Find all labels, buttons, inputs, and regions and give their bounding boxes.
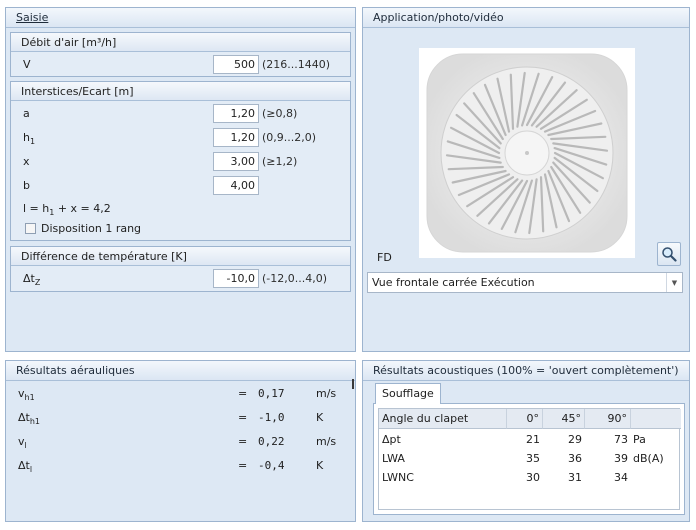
aero-results-title: Résultats aérauliques: [6, 361, 355, 381]
column-header-90: 90°: [585, 409, 631, 429]
aero-result-value: -1,0: [258, 411, 285, 424]
disposition-checkbox-label: Disposition 1 rang: [41, 222, 142, 235]
splitter-mark[interactable]: [352, 379, 354, 389]
disposition-checkbox[interactable]: [25, 223, 36, 234]
airflow-header: Débit d'air [m³/h]: [11, 33, 350, 52]
acoustic-results-title: Résultats acoustiques (100% = 'ouvert co…: [363, 361, 689, 381]
acoustic-value-0: 35: [526, 452, 540, 465]
column-header-unit: [631, 409, 681, 429]
column-header-angle: Angle du clapet: [379, 409, 507, 429]
aero-result-name: Δth1: [18, 411, 41, 427]
aero-result-name: vh1: [18, 387, 35, 403]
temperature-input[interactable]: -10,0: [213, 269, 259, 288]
airflow-input[interactable]: 500: [213, 55, 259, 74]
spacing-x-row: x 3,00 (≥1,2): [11, 151, 350, 173]
soufflage-tab-body: Angle du clapet 0° 45° 90° Δpt 21 29 73 Pa LW…: [373, 403, 685, 515]
aero-result-row: vh1 = 0,17 m/s: [6, 383, 355, 405]
acoustic-results-panel: Résultats acoustiques (100% = 'ouvert co…: [362, 360, 690, 522]
aero-results-panel: Résultats aérauliques vh1 = 0,17 m/s Δth1 = -1…: [5, 360, 356, 522]
spacing-a-label: a: [23, 107, 30, 120]
aero-result-unit: K: [316, 459, 324, 472]
spacing-a-row: a 1,20 (≥0,8): [11, 103, 350, 125]
spacing-h1-label: h1: [23, 131, 36, 147]
spacing-formula: l = h1 + x = 4,2: [23, 202, 111, 218]
acoustic-row-label: LWA: [382, 452, 405, 465]
aero-result-row: Δth1 = -1,0 K: [6, 407, 355, 429]
spacing-b-label: b: [23, 179, 30, 192]
temperature-range: (-12,0...4,0): [262, 272, 328, 285]
spacing-formula-row: l = h1 + x = 4,2: [11, 198, 350, 220]
temperature-label: ΔtZ: [23, 272, 41, 288]
airflow-range: (216...1440): [262, 58, 331, 71]
airflow-group: Débit d'air [m³/h] V 500 (216...1440): [10, 32, 351, 77]
chevron-down-icon[interactable]: ▼: [666, 273, 682, 292]
acoustic-value-0: 30: [526, 471, 540, 484]
aero-result-value: -0,4: [258, 459, 285, 472]
acoustic-value-90: 34: [614, 471, 628, 484]
aero-result-equals: =: [238, 387, 248, 400]
acoustic-value-90: 39: [614, 452, 628, 465]
product-code: FD: [377, 251, 392, 264]
spacing-b-row: b 4,00: [11, 175, 350, 197]
temperature-row: ΔtZ -10,0 (-12,0...4,0): [11, 268, 350, 290]
diffuser-photo: [419, 48, 635, 258]
swirl-diffuser-image: [419, 48, 635, 258]
aero-result-value: 0,22: [258, 435, 285, 448]
aero-result-unit: K: [316, 411, 324, 424]
aero-result-unit: m/s: [316, 435, 337, 448]
disposition-row: Disposition 1 rang: [11, 218, 350, 240]
acoustic-value-45: 29: [568, 433, 582, 446]
temperature-group: Différence de température [K] ΔtZ -10,0 …: [10, 246, 351, 292]
acoustic-value-45: 36: [568, 452, 582, 465]
zoom-button[interactable]: [657, 242, 681, 266]
view-select-value: Vue frontale carrée Exécution: [372, 276, 535, 289]
aero-result-equals: =: [238, 459, 248, 472]
column-header-45: 45°: [543, 409, 585, 429]
aero-result-name: Δtl: [18, 459, 33, 475]
application-panel: Application/photo/vidéo FD Vue frontale …: [362, 7, 690, 352]
acoustic-value-0: 21: [526, 433, 540, 446]
magnifier-icon: [662, 247, 677, 262]
spacing-b-input[interactable]: 4,00: [213, 176, 259, 195]
view-select[interactable]: Vue frontale carrée Exécution ▼: [367, 272, 683, 293]
spacing-x-input[interactable]: 3,00: [213, 152, 259, 171]
acoustic-row-label: LWNC: [382, 471, 414, 484]
application-title: Application/photo/vidéo: [363, 8, 689, 28]
spacing-h1-row: h1 1,20 (0,9...2,0): [11, 127, 350, 149]
airflow-label: V: [23, 58, 31, 71]
spacing-a-input[interactable]: 1,20: [213, 104, 259, 123]
spacing-header: Interstices/Ecart [m]: [11, 82, 350, 101]
acoustic-unit: Pa: [633, 433, 646, 446]
acoustic-row-label: Δpt: [382, 433, 401, 446]
temperature-header: Différence de température [K]: [11, 247, 350, 266]
spacing-x-label: x: [23, 155, 30, 168]
column-header-0: 0°: [507, 409, 543, 429]
acoustic-unit: dB(A): [633, 452, 664, 465]
aero-result-row: vl = 0,22 m/s: [6, 431, 355, 453]
acoustic-unit: [633, 468, 679, 487]
aero-result-equals: =: [238, 435, 248, 448]
acoustic-value-45: 31: [568, 471, 582, 484]
spacing-h1-range: (0,9...2,0): [262, 131, 317, 144]
spacing-group: Interstices/Ecart [m] a 1,20 (≥0,8) h1 1…: [10, 81, 351, 241]
spacing-a-range: (≥0,8): [262, 107, 298, 120]
aero-result-name: vl: [18, 435, 27, 451]
saisie-title: Saisie: [6, 8, 355, 28]
acoustic-table: Angle du clapet 0° 45° 90° Δpt 21 29 73 Pa LW…: [378, 408, 681, 510]
aero-result-unit: m/s: [316, 387, 337, 400]
acoustic-value-90: 73: [614, 433, 628, 446]
spacing-h1-input[interactable]: 1,20: [213, 128, 259, 147]
saisie-panel: Saisie Débit d'air [m³/h] V 500 (216...1…: [5, 7, 356, 352]
airflow-row: V 500 (216...1440): [11, 54, 350, 76]
aero-result-equals: =: [238, 411, 248, 424]
aero-result-value: 0,17: [258, 387, 285, 400]
tab-soufflage[interactable]: Soufflage: [375, 383, 441, 404]
spacing-x-range: (≥1,2): [262, 155, 298, 168]
aero-result-row: Δtl = -0,4 K: [6, 455, 355, 477]
